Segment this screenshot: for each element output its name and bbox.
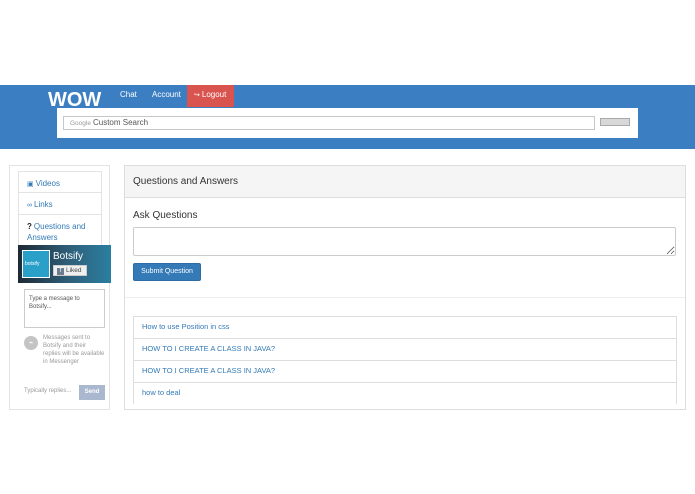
divider	[125, 297, 685, 298]
send-button[interactable]: Send	[79, 385, 105, 400]
messenger-page-banner[interactable]: botsify Botsify f Liked	[18, 245, 111, 283]
sidebar-nav: ▣ Videos ∞ Links ? Questions and Answers	[18, 171, 102, 248]
question-textarea[interactable]	[133, 227, 676, 256]
nav-chat-link[interactable]: Chat	[114, 85, 143, 107]
nav-account-link[interactable]: Account	[146, 85, 187, 107]
search-bar: Google Custom Search	[57, 108, 638, 138]
sidebar-item-videos[interactable]: ▣ Videos	[18, 171, 102, 192]
question-link[interactable]: How to use Position in css	[133, 316, 677, 338]
question-icon: ?	[27, 222, 32, 231]
question-link[interactable]: HOW TO I CREATE A CLASS IN JAVA?	[133, 360, 677, 382]
search-input[interactable]: Google Custom Search	[63, 116, 595, 130]
top-navbar: WOW Chat Account ↪ Logout Google Custom Se…	[0, 85, 695, 149]
page-name: Botsify	[53, 251, 84, 262]
logout-button[interactable]: ↪ Logout	[187, 85, 234, 107]
submit-question-button[interactable]: Submit Question	[133, 263, 201, 281]
sidebar-item-label: Questions and Answers	[27, 222, 86, 242]
google-brand-label: Google	[70, 120, 91, 127]
ask-questions-label: Ask Questions	[133, 210, 198, 221]
question-list: How to use Position in css HOW TO I CREA…	[133, 316, 677, 404]
reply-time-hint: Typically replies...	[24, 388, 72, 394]
wow-logo-mark: WOW	[48, 89, 101, 109]
video-icon: ▣	[27, 181, 34, 188]
messenger-note-text: Messages sent to Botsify and their repli…	[43, 335, 105, 365]
search-button[interactable]	[600, 118, 630, 126]
search-placeholder: Custom Search	[92, 118, 149, 127]
sidebar-item-links[interactable]: ∞ Links	[18, 192, 102, 214]
sidebar-item-questions[interactable]: ? Questions and Answers	[18, 214, 102, 248]
logout-icon: ↪	[194, 92, 200, 99]
question-link[interactable]: how to deal	[133, 382, 677, 404]
liked-label: Liked	[66, 267, 82, 274]
messenger-note: ⌁ Messages sent to Botsify and their rep…	[24, 334, 105, 374]
link-icon: ∞	[27, 202, 32, 209]
logout-label: Logout	[201, 90, 227, 99]
messenger-icon: ⌁	[24, 336, 38, 350]
wow-logo[interactable]: WOW	[48, 89, 106, 109]
panel-title: Questions and Answers	[125, 166, 685, 198]
sidebar-item-label: Videos	[35, 179, 60, 188]
wow-logo-text: WOW	[48, 89, 101, 109]
liked-button[interactable]: f Liked	[53, 265, 87, 276]
facebook-icon: f	[57, 268, 64, 275]
qa-panel: Questions and Answers Ask Questions Subm…	[124, 165, 686, 410]
avatar: botsify	[22, 250, 50, 278]
avatar-text: botsify	[25, 261, 40, 267]
sidebar-item-label: Links	[34, 200, 53, 209]
message-input[interactable]: Type a message to Botsify...	[24, 289, 105, 328]
question-link[interactable]: HOW TO I CREATE A CLASS IN JAVA?	[133, 338, 677, 360]
